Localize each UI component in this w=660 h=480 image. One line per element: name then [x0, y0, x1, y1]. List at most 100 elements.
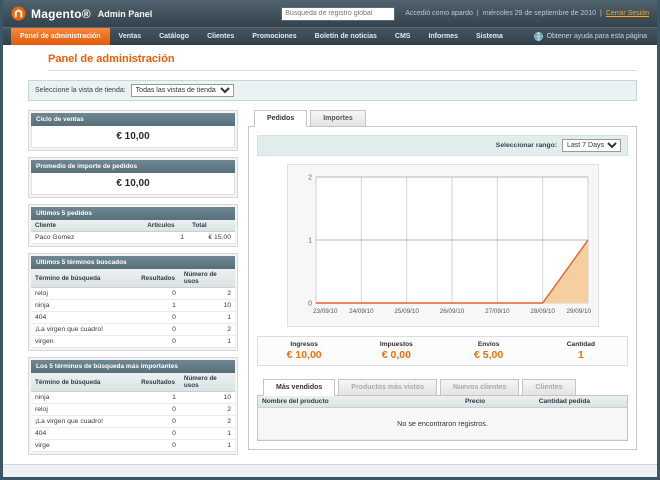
widget-average-orders: Promedio de importe de pedidos € 10,00 [28, 157, 238, 198]
stat-label: Impuestos [350, 341, 442, 348]
logout-link[interactable]: Cerrar Sesión [606, 10, 649, 17]
top-search-table: Término de búsquedaResultadosNúmero de u… [31, 373, 235, 452]
table-cell: ¡La virgen que cuadro! [31, 324, 137, 336]
table-row[interactable]: reloj02 [31, 404, 235, 416]
column-header-total: Total [188, 220, 235, 232]
table-row[interactable]: reloj02 [31, 288, 235, 300]
tab-productos-m-s-vistos[interactable]: Productos más vistos [338, 379, 437, 396]
nav-item-sistema[interactable]: Sistema [467, 28, 512, 45]
separator: | [600, 10, 602, 17]
page-help-link[interactable]: Obtener ayuda para esta página [534, 28, 657, 45]
table-row[interactable]: ninja110 [31, 300, 235, 312]
widget-title: Ultimos 5 pedidos [31, 207, 235, 220]
column-header-n-mero-de-usos: Número de usos [180, 373, 235, 392]
nav-item-panel-de-administraci-n[interactable]: Panel de administración [11, 28, 110, 45]
stat-ingresos: Ingresos€ 10,00 [258, 341, 350, 361]
dashboard-main: PedidosImportes Seleccionar rango: Last … [248, 110, 637, 450]
widget-title: Los 5 términos de búsqueda más important… [31, 360, 235, 373]
table-cell: 0 [137, 288, 180, 300]
nav-item-promociones[interactable]: Promociones [243, 28, 305, 45]
table-row[interactable]: ¡La virgen que cuadro!02 [31, 416, 235, 428]
column-header-n-mero-de-usos: Número de usos [180, 269, 235, 288]
svg-text:2: 2 [308, 175, 312, 182]
table-cell: 10 [180, 392, 235, 404]
column-header-precio: Precio [461, 396, 535, 408]
table-cell: 0 [137, 416, 180, 428]
table-row[interactable]: virge01 [31, 440, 235, 452]
table-row[interactable]: Paco Gomez1€ 15,00 [31, 232, 235, 244]
average-orders-value: € 10,00 [31, 173, 235, 195]
table-cell: 0 [137, 428, 180, 440]
stat-impuestos: Impuestos€ 0,00 [350, 341, 442, 361]
column-header-art-culos: Artículos [143, 220, 188, 232]
tab-m-s-vendidos[interactable]: Más vendidos [263, 379, 335, 396]
table-cell: Paco Gomez [31, 232, 143, 244]
tab-nuevos-clientes[interactable]: Nuevos clientes [440, 379, 519, 396]
tab-clientes[interactable]: Clientes [522, 379, 575, 396]
main-nav-items: Panel de administraciónVentasCatálogoCli… [11, 28, 512, 45]
stat-cantidad: Cantidad1 [535, 341, 627, 361]
nav-item-ventas[interactable]: Ventas [110, 28, 151, 45]
orders-area-chart: 01223/09/1024/09/1025/09/1026/09/1027/09… [290, 169, 596, 319]
separator: | [477, 10, 479, 17]
table-header-row: Nombre del productoPrecioCantidad pedida [258, 396, 627, 408]
nav-item-informes[interactable]: Informes [419, 28, 467, 45]
range-bar: Seleccionar rango: Last 7 Days [257, 135, 628, 156]
bottom-tabs: Más vendidosProductos más vistosNuevos c… [263, 379, 628, 396]
table-cell: 404 [31, 428, 137, 440]
nav-item-clientes[interactable]: Clientes [198, 28, 243, 45]
svg-text:1: 1 [308, 238, 312, 245]
table-cell: 0 [137, 312, 180, 324]
stat-env-os: Envíos€ 5,00 [443, 341, 535, 361]
table-cell: 404 [31, 312, 137, 324]
table-cell: 1 [180, 440, 235, 452]
nav-item-cat-logo[interactable]: Catálogo [150, 28, 198, 45]
nav-item-bolet-n-de-noticias[interactable]: Boletín de noticias [306, 28, 386, 45]
global-search-input[interactable] [281, 7, 395, 21]
table-header-row: Término de búsquedaResultadosNúmero de u… [31, 373, 235, 392]
header-user-area: Accedió como apardo | miércoles 29 de se… [405, 10, 649, 17]
table-cell: 10 [180, 300, 235, 312]
table-row[interactable]: ninja110 [31, 392, 235, 404]
dashboard-sidebar: Ciclo de ventas € 10,00 Promedio de impo… [28, 110, 238, 461]
table-cell: 1 [180, 428, 235, 440]
table-cell: 1 [180, 312, 235, 324]
svg-text:25/09/10: 25/09/10 [394, 308, 419, 315]
table-cell: reloj [31, 288, 137, 300]
tab-importes[interactable]: Importes [310, 110, 366, 127]
widget-title: Ciclo de ventas [31, 113, 235, 126]
stat-label: Ingresos [258, 341, 350, 348]
orders-chart: 01223/09/1024/09/1025/09/1026/09/1027/09… [287, 164, 599, 327]
dashboard-tabs: PedidosImportes [254, 110, 637, 127]
logo-title: Magento® [31, 7, 91, 21]
widget-last-search-terms: Ultimos 5 términos buscados Término de b… [28, 253, 238, 351]
table-row[interactable]: 40401 [31, 428, 235, 440]
orders-panel: Seleccionar rango: Last 7 Days 01223/09/… [248, 126, 637, 450]
table-cell: 1 [137, 300, 180, 312]
tab-pedidos[interactable]: Pedidos [254, 110, 307, 127]
table-row[interactable]: 40401 [31, 312, 235, 324]
store-view-select[interactable]: Todas las vistas de tienda [131, 84, 234, 97]
table-row[interactable]: virgen01 [31, 336, 235, 348]
table-cell: 2 [180, 404, 235, 416]
help-globe-icon [534, 32, 543, 41]
range-select[interactable]: Last 7 Days [562, 139, 621, 152]
table-cell: ninja [31, 392, 137, 404]
stat-value: 1 [535, 349, 627, 361]
range-label: Seleccionar rango: [496, 142, 557, 149]
table-header-row: ClienteArtículosTotal [31, 220, 235, 232]
column-header-cantidad-pedida: Cantidad pedida [535, 396, 627, 408]
magento-logo: Magento® Admin Panel [11, 6, 152, 21]
store-view-label: Seleccione la vista de tienda: [35, 87, 126, 94]
store-view-bar: Seleccione la vista de tienda: Todas las… [28, 80, 637, 101]
svg-text:26/09/10: 26/09/10 [439, 308, 464, 315]
table-cell: 0 [137, 336, 180, 348]
stat-value: € 5,00 [443, 349, 535, 361]
column-header-cliente: Cliente [31, 220, 143, 232]
widget-lifetime-sales: Ciclo de ventas € 10,00 [28, 110, 238, 151]
empty-row: No se encontraron registros. [258, 408, 627, 440]
table-row[interactable]: ¡La virgen que cuadro!02 [31, 324, 235, 336]
table-cell: 1 [180, 336, 235, 348]
app-header: Magento® Admin Panel Accedió como apardo… [3, 0, 657, 27]
nav-item-cms[interactable]: CMS [386, 28, 420, 45]
